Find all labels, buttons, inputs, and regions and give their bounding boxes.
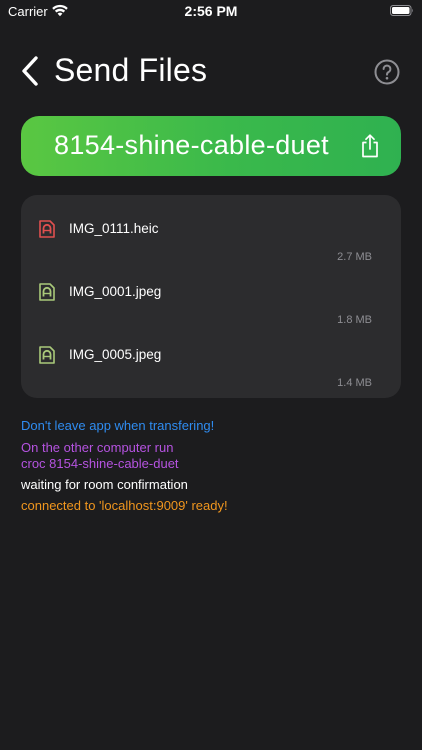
file-image-icon xyxy=(39,220,55,238)
file-row[interactable]: IMG_0001.jpeg 1.8 MB xyxy=(21,258,401,326)
file-list: IMG_0111.heic 2.7 MB IMG_0001.jpeg 1.8 M… xyxy=(21,195,401,398)
file-name: IMG_0111.heic xyxy=(69,221,159,236)
log-instruction-line2: croc 8154-shine-cable-duet xyxy=(21,456,179,471)
navigation-bar: Send Files xyxy=(0,48,422,98)
page-title: Send Files xyxy=(54,52,208,88)
file-image-icon xyxy=(39,283,55,301)
file-size: 1.4 MB xyxy=(337,377,372,389)
file-row[interactable]: IMG_0005.jpeg 1.4 MB xyxy=(21,321,401,389)
share-icon[interactable] xyxy=(360,134,380,158)
file-image-icon xyxy=(39,346,55,364)
battery-icon xyxy=(390,5,413,16)
status-bar: Carrier 2:56 PM xyxy=(0,0,422,24)
file-row[interactable]: IMG_0111.heic 2.7 MB xyxy=(21,195,401,263)
transfer-code-bar[interactable]: 8154-shine-cable-duet xyxy=(21,116,401,176)
help-button[interactable] xyxy=(374,59,400,85)
log-instruction-line1: On the other computer run xyxy=(21,440,174,455)
transfer-code: 8154-shine-cable-duet xyxy=(54,130,329,160)
file-name: IMG_0005.jpeg xyxy=(69,347,162,362)
log-status: waiting for room confirmation xyxy=(21,477,188,492)
log-warning: Don't leave app when transfering! xyxy=(21,418,215,433)
back-button[interactable] xyxy=(20,54,42,88)
file-name: IMG_0001.jpeg xyxy=(69,284,162,299)
status-time: 2:56 PM xyxy=(184,3,238,19)
log-connection: connected to 'localhost:9009' ready! xyxy=(21,498,228,513)
